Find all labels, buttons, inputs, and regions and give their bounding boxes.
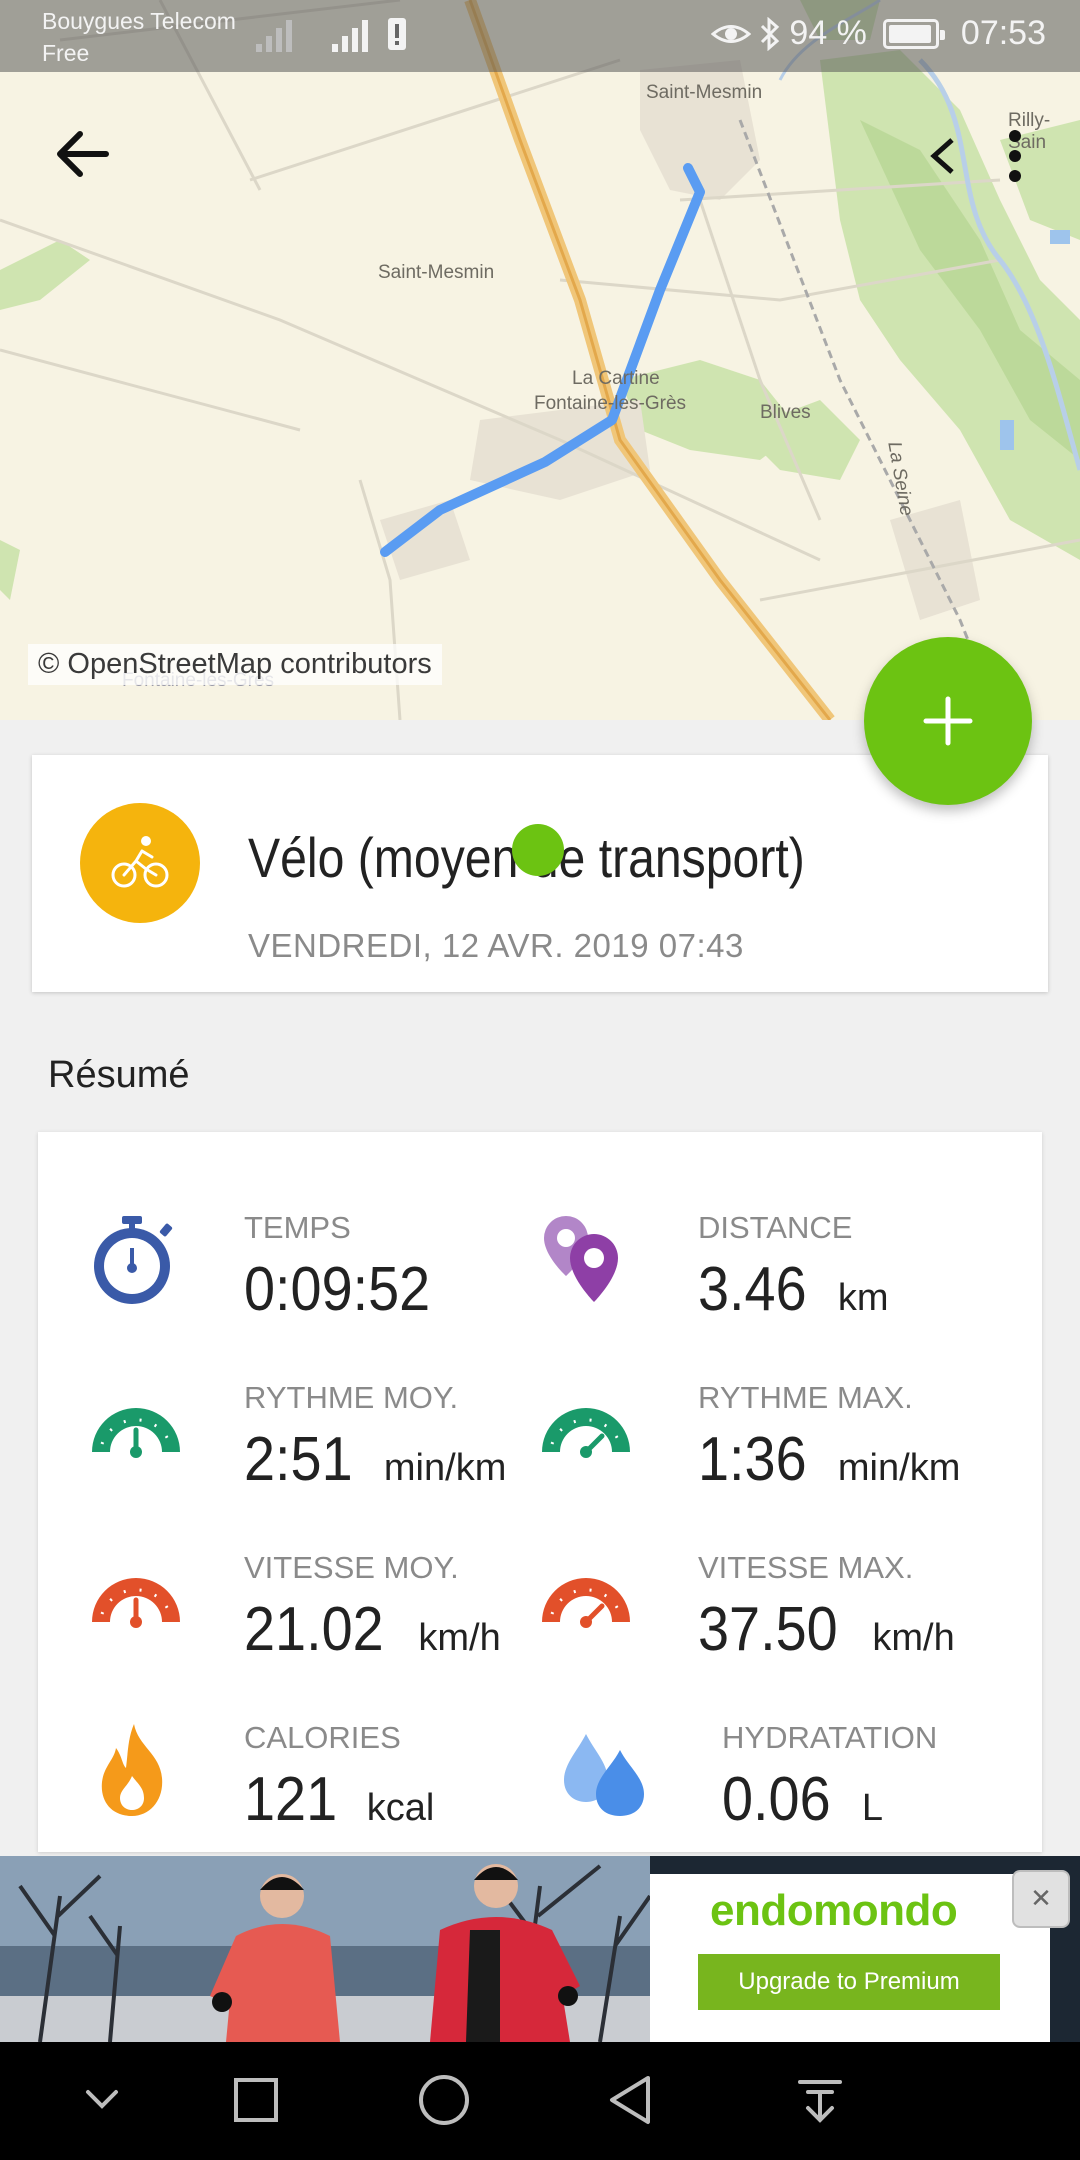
endomondo-logo: endomondo (710, 1886, 958, 1935)
stopwatch-icon (94, 1216, 173, 1304)
ad-close-icon[interactable]: ✕ (1012, 1870, 1070, 1928)
stat-value: 0.06 L (722, 1765, 884, 1834)
home-circle-icon[interactable] (414, 2070, 474, 2130)
bike-icon (111, 836, 169, 888)
eye-comfort-icon (711, 24, 752, 43)
signal-1-icon (256, 20, 292, 52)
ad-banner[interactable]: endomondo Upgrade to Premium ✕ (0, 1856, 1080, 2042)
stat-label: CALORIES (244, 1720, 401, 1755)
flame-icon (101, 1724, 163, 1816)
gauge-green-max-icon (542, 1408, 630, 1458)
system-nav-bar (0, 2042, 1080, 2160)
carrier-secondary: Free (42, 40, 90, 66)
battery-icon (882, 18, 945, 49)
map-label-blives: Blives (760, 402, 811, 423)
stat-label: HYDRATATION (722, 1720, 938, 1755)
status-bar: Bouygues Telecom Free 94 % 07:53 (0, 0, 1080, 72)
map-label-la-cartine: La Cartine (572, 368, 660, 389)
back-triangle-icon[interactable] (602, 2070, 662, 2130)
map-label-fontaine-les-gres: Fontaine-les-Grès (534, 393, 687, 414)
recents-square-icon[interactable] (226, 2070, 286, 2130)
summary-stats-card: TEMPS 0:09:52 DISTANCE 3.46 km RYTHME MO… (38, 1132, 1042, 1852)
back-arrow-icon[interactable] (50, 120, 118, 188)
bluetooth-icon (761, 16, 780, 51)
sport-icon-badge (80, 803, 200, 923)
route-map[interactable]: Saint-Mesmin Rilly-Sain Saint-Mesmin La … (0, 0, 1080, 720)
water-drops-icon (564, 1734, 644, 1816)
clock: 07:53 (960, 14, 1046, 52)
status-right: 94 % 07:53 (711, 14, 1046, 53)
route-marker-dot (512, 824, 564, 876)
plus-icon (923, 696, 973, 746)
signal-2-icon (332, 20, 368, 52)
notification-pulldown-icon[interactable] (790, 2070, 850, 2130)
stat-value: 3.46 km (698, 1255, 889, 1324)
carrier-primary: Bouygues Telecom (42, 8, 236, 34)
map-pins-icon (544, 1216, 618, 1302)
ad-runners-image (0, 1856, 650, 2042)
map-label-saint-mesmin-center: Saint-Mesmin (378, 262, 495, 283)
gauge-red-max-icon (542, 1578, 630, 1628)
summary-heading: Résumé (48, 1054, 190, 1096)
more-vert-icon[interactable] (998, 128, 1032, 184)
collapse-chevron-icon[interactable] (72, 2070, 132, 2130)
activity-date: VENDREDI, 12 AVR. 2019 07:43 (248, 927, 744, 964)
sim-alert-icon (388, 18, 406, 50)
stat-label: TEMPS (244, 1210, 351, 1245)
map-attribution[interactable]: © OpenStreetMap contributors (28, 644, 442, 685)
stat-label: RYTHME MOY. (244, 1380, 459, 1415)
map-label-saint-mesmin-top: Saint-Mesmin (646, 82, 763, 103)
stat-value: 121 kcal (244, 1765, 435, 1834)
stat-label: DISTANCE (698, 1210, 853, 1245)
stat-label: RYTHME MAX. (698, 1380, 913, 1415)
gauge-green-avg-icon (92, 1408, 180, 1458)
ad-panel: endomondo Upgrade to Premium (650, 1874, 1050, 2042)
stat-label: VITESSE MOY. (244, 1550, 459, 1585)
stat-label: VITESSE MAX. (698, 1550, 914, 1585)
upgrade-premium-button[interactable]: Upgrade to Premium (698, 1954, 1000, 2010)
battery-percent: 94 % (789, 14, 867, 52)
share-icon[interactable] (928, 128, 958, 184)
gauge-red-avg-icon (92, 1578, 180, 1628)
add-fab-button[interactable] (864, 637, 1032, 805)
map-canvas (0, 0, 1080, 720)
stat-value: 37.50 km/h (698, 1595, 955, 1664)
stat-value: 0:09:52 (244, 1255, 431, 1324)
stat-value: 21.02 km/h (244, 1595, 501, 1664)
stat-value: 1:36 min/km (698, 1425, 961, 1494)
stat-value: 2:51 min/km (244, 1425, 507, 1494)
